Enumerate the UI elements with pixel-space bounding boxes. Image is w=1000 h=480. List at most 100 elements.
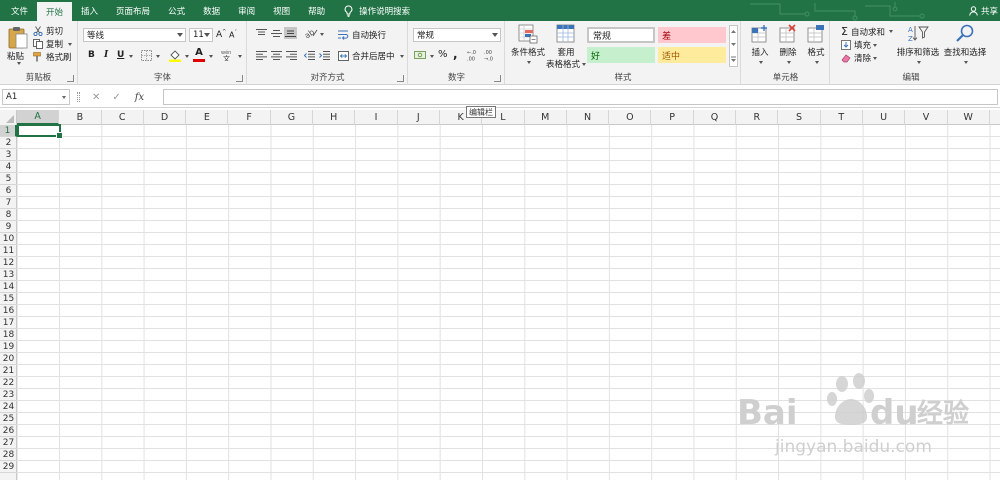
column-header[interactable]: T <box>821 110 863 125</box>
sort-filter-button[interactable]: AZ 排序和筛选 <box>895 24 941 68</box>
align-left-icon[interactable] <box>256 51 267 60</box>
percent-style-button[interactable]: % <box>438 49 448 60</box>
conditional-formatting-dropdown-icon[interactable] <box>527 61 531 64</box>
decrease-font-size-button[interactable]: Aˇ <box>229 30 237 40</box>
row-header[interactable]: 29 <box>0 461 17 473</box>
format-cells-button[interactable]: 格式 <box>804 24 828 68</box>
phonetic-guide-icon[interactable]: wén文 <box>221 49 234 61</box>
row-header[interactable]: 22 <box>0 377 17 389</box>
row-header[interactable]: 19 <box>0 341 17 353</box>
clipboard-dialog-launcher-icon[interactable] <box>67 75 74 82</box>
column-header[interactable]: F <box>229 110 271 125</box>
insert-dropdown-icon[interactable] <box>759 61 763 64</box>
formula-input[interactable] <box>163 89 998 105</box>
column-header[interactable]: W <box>948 110 990 125</box>
delete-cells-button[interactable]: 删除 <box>776 24 800 68</box>
alignment-dialog-launcher-icon[interactable] <box>397 75 404 82</box>
format-as-table-dropdown-icon[interactable] <box>582 63 587 66</box>
row-header[interactable]: 10 <box>0 233 17 245</box>
tab-home[interactable]: 开始 <box>37 0 73 21</box>
number-format-select[interactable]: 常规 <box>413 28 501 42</box>
select-all-button[interactable] <box>0 110 17 125</box>
copy-button[interactable]: 复制 <box>33 38 73 50</box>
tab-help[interactable]: 帮助 <box>299 0 334 21</box>
row-header[interactable]: 9 <box>0 221 17 233</box>
paste-dropdown-icon[interactable] <box>17 62 21 65</box>
paste-button[interactable]: 粘贴 <box>5 24 31 65</box>
column-header[interactable]: H <box>313 110 356 125</box>
merge-center-button[interactable]: 合并后居中 <box>338 50 404 62</box>
row-header[interactable]: 20 <box>0 353 17 365</box>
column-header[interactable]: C <box>102 110 144 125</box>
font-name-select[interactable]: 等线 <box>83 28 186 42</box>
column-header[interactable]: I <box>355 110 398 125</box>
formula-bar-splitter[interactable] <box>77 92 80 102</box>
row-header[interactable]: 13 <box>0 269 17 281</box>
find-select-dropdown-icon[interactable] <box>964 61 968 64</box>
gallery-more-icon[interactable] <box>730 56 737 64</box>
copy-dropdown-icon[interactable] <box>68 42 73 46</box>
cell-style-good[interactable]: 好 <box>587 47 655 63</box>
orientation-dropdown-icon[interactable] <box>320 33 324 36</box>
find-select-button[interactable]: 查找和选择 <box>942 24 988 68</box>
row-header[interactable]: 1 <box>0 125 17 137</box>
insert-function-icon[interactable]: fx <box>135 92 144 103</box>
tab-file[interactable]: 文件 <box>2 0 37 21</box>
phonetic-dropdown-icon[interactable] <box>238 55 242 58</box>
autosum-button[interactable]: Σ 自动求和 <box>841 25 893 38</box>
autosum-dropdown-icon[interactable] <box>888 30 893 33</box>
cell-style-bad[interactable]: 差 <box>658 27 726 43</box>
row-header[interactable]: 26 <box>0 425 17 437</box>
row-header[interactable]: 5 <box>0 173 17 185</box>
row-header[interactable]: 2 <box>0 137 17 149</box>
row-header[interactable]: 7 <box>0 197 17 209</box>
insert-cells-button[interactable]: 插入 <box>748 24 772 68</box>
wrap-text-button[interactable]: 自动换行 <box>338 29 386 41</box>
row-header[interactable]: 3 <box>0 149 17 161</box>
active-cell-a1[interactable] <box>17 124 63 139</box>
share-button[interactable]: 共享 <box>969 0 998 21</box>
tab-page-layout[interactable]: 页面布局 <box>107 0 159 21</box>
increase-font-size-button[interactable]: A^ <box>216 29 226 40</box>
delete-dropdown-icon[interactable] <box>787 61 791 64</box>
decrease-decimal-icon[interactable]: .00→.0 <box>484 49 497 61</box>
column-header[interactable]: G <box>271 110 314 125</box>
fill-color-icon[interactable] <box>169 49 181 62</box>
row-header[interactable]: 17 <box>0 317 17 329</box>
column-header[interactable]: Q <box>694 110 737 125</box>
column-header[interactable]: A <box>17 110 60 125</box>
row-header[interactable]: 28 <box>0 449 17 461</box>
column-header[interactable]: E <box>186 110 229 125</box>
tab-data[interactable]: 数据 <box>194 0 229 21</box>
tab-insert[interactable]: 插入 <box>72 0 107 21</box>
font-dialog-launcher-icon[interactable] <box>236 75 243 82</box>
row-header[interactable]: 4 <box>0 161 17 173</box>
confirm-entry-icon[interactable]: ✓ <box>112 92 120 103</box>
align-middle-icon[interactable] <box>271 29 282 38</box>
row-header[interactable]: 27 <box>0 437 17 449</box>
clear-button[interactable]: 清除 <box>841 52 878 64</box>
row-header[interactable]: 24 <box>0 401 17 413</box>
row-header[interactable]: 25 <box>0 413 17 425</box>
conditional-formatting-button[interactable]: 条件格式 <box>510 24 546 68</box>
orientation-icon[interactable]: ab <box>305 27 318 38</box>
cell-style-normal[interactable]: 常规 <box>587 27 655 43</box>
italic-button[interactable]: I <box>104 50 108 60</box>
row-header[interactable]: 12 <box>0 257 17 269</box>
increase-indent-icon[interactable] <box>319 51 330 60</box>
cell-style-neutral[interactable]: 适中 <box>658 47 726 63</box>
sort-filter-dropdown-icon[interactable] <box>917 61 921 64</box>
row-header[interactable]: 21 <box>0 365 17 377</box>
border-icon[interactable] <box>141 50 152 61</box>
column-header[interactable]: R <box>736 110 779 125</box>
column-header[interactable]: P <box>652 110 694 125</box>
border-dropdown-icon[interactable] <box>156 55 160 58</box>
column-header[interactable]: M <box>525 110 567 125</box>
fill-color-dropdown-icon[interactable] <box>185 55 189 58</box>
increase-decimal-icon[interactable]: ←.0.00 <box>467 49 480 61</box>
format-as-table-button[interactable]: 套用 表格格式 <box>546 24 587 70</box>
row-header[interactable]: 14 <box>0 281 17 293</box>
name-box-dropdown-icon[interactable] <box>62 96 66 99</box>
cell-area[interactable] <box>17 125 1000 480</box>
row-header[interactable]: 11 <box>0 245 17 257</box>
